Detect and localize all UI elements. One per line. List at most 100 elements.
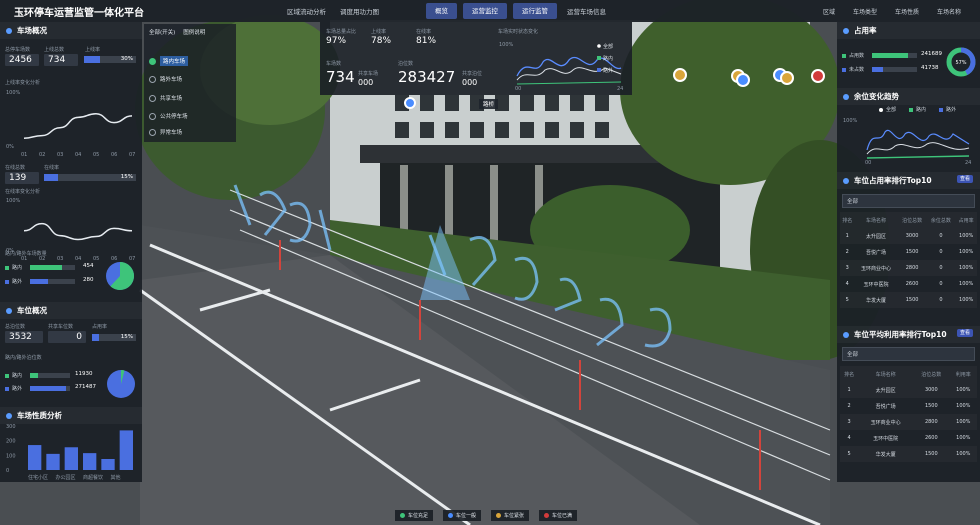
x-tick-label: 05 bbox=[93, 256, 99, 262]
layer-item-abnormal[interactable]: 异常车场 bbox=[149, 128, 239, 136]
table-cell: 吾悦广场 bbox=[875, 403, 896, 410]
status-dot-icon bbox=[496, 513, 501, 518]
legend-tight[interactable]: 车位紧张 bbox=[491, 510, 530, 521]
value-lot-ratio: 97% bbox=[326, 36, 347, 46]
nav-item-0[interactable]: 区域流动分析 bbox=[280, 6, 333, 16]
table-row[interactable]: 5 华发大厦 1500 0 100% bbox=[840, 292, 977, 308]
section-occupancy: 占用率 bbox=[837, 22, 980, 39]
pie1-legend-0: 路内 bbox=[5, 264, 22, 271]
trend1-title: 上线率变化分析 bbox=[5, 80, 41, 86]
occ-value-1: 41738 bbox=[921, 65, 939, 71]
category-label: 办公园区 bbox=[56, 474, 76, 481]
rtrend-line-onstreet bbox=[866, 142, 970, 155]
legend-normal[interactable]: 车位一般 bbox=[443, 510, 482, 521]
table-cell: 2600 bbox=[905, 281, 919, 287]
table-header: 车场名称 bbox=[854, 212, 897, 228]
rtrend-x0: 00 bbox=[865, 160, 871, 166]
stats-legend-dot-offstreet bbox=[597, 68, 601, 72]
bar[interactable] bbox=[46, 453, 60, 470]
nav-item-3[interactable]: 运营监控 bbox=[463, 3, 507, 19]
rank-icon bbox=[843, 177, 849, 184]
table-row[interactable]: 1 太升园区 3000 100% bbox=[840, 382, 977, 398]
table-cell: 玉环中医院 bbox=[863, 281, 889, 288]
toggle-all[interactable]: 全部(开关) bbox=[149, 28, 175, 36]
table-cell: 100% bbox=[955, 260, 977, 276]
rank2-filter-select[interactable]: 全部 bbox=[842, 347, 975, 361]
label-total-spaces: 总泊位数 bbox=[5, 324, 26, 330]
bar[interactable] bbox=[64, 447, 78, 470]
bar[interactable] bbox=[119, 430, 133, 470]
top-bar: 玉环停车运营监管一体化平台 区域流动分析 调度用功力图 概览 运营监控 运行监管… bbox=[0, 0, 980, 22]
y-tick-label: 200 bbox=[6, 439, 16, 445]
table-cell: 0 bbox=[927, 292, 956, 308]
bar[interactable] bbox=[101, 459, 115, 470]
layer-item-onstreet[interactable]: 路内车场 bbox=[149, 56, 239, 66]
nav-item-1[interactable]: 调度用功力图 bbox=[333, 6, 386, 16]
table-cell: 100% bbox=[956, 403, 971, 409]
section-title: 车场概况 bbox=[17, 26, 47, 35]
layer-item-offstreet[interactable]: 路外车场 bbox=[149, 75, 239, 83]
table-header: 排名 bbox=[840, 366, 858, 382]
label-online-rate-top: 上线率 bbox=[371, 29, 387, 35]
view-rank1-button[interactable]: 查看 bbox=[957, 175, 974, 183]
table-row[interactable]: 5 华发大厦 1500 100% bbox=[840, 446, 977, 462]
x-tick-label: 03 bbox=[57, 256, 63, 262]
occ-bar-0 bbox=[872, 53, 917, 58]
label-space-count: 泊位数 bbox=[398, 61, 414, 67]
legend-ample[interactable]: 车位充足 bbox=[395, 510, 434, 521]
table-row[interactable]: 2 吾悦广场 1500 0 100% bbox=[840, 244, 977, 260]
app-title: 玉环停车运营监管一体化平台 bbox=[14, 7, 144, 19]
label-online-rate: 上线率 bbox=[85, 47, 101, 53]
table-cell: 吾悦广场 bbox=[866, 249, 887, 256]
filter-name[interactable]: 车场名称 bbox=[928, 7, 970, 16]
nav-item-5[interactable]: 运营车场信息 bbox=[560, 6, 613, 16]
pie1-title: 路内/路外车场数量 bbox=[5, 251, 47, 257]
table-cell: 100% bbox=[956, 435, 971, 441]
x-tick-label: 03 bbox=[57, 152, 63, 158]
table-header: 泊位总数 bbox=[898, 212, 927, 228]
view-rank2-button[interactable]: 查看 bbox=[957, 329, 974, 337]
radio-icon bbox=[149, 57, 156, 65]
label-shared-spaces: 共享车位数 bbox=[48, 324, 74, 330]
legend-full[interactable]: 车位已满 bbox=[539, 510, 578, 521]
x-tick-label: 07 bbox=[129, 152, 135, 158]
table-cell: 1500 bbox=[913, 446, 950, 462]
table-cell: 100% bbox=[955, 292, 977, 308]
table-row[interactable]: 3 玉环商业中心 2800 100% bbox=[840, 414, 977, 430]
table-row[interactable]: 4 玉环中医院 2600 100% bbox=[840, 430, 977, 446]
nav-item-2[interactable]: 概览 bbox=[426, 3, 457, 19]
stats-legend-all: 全部 bbox=[603, 43, 613, 50]
filter-nav: 区域 车场类型 车场性质 车场名称 bbox=[814, 0, 970, 22]
nav-item-4[interactable]: 运行监管 bbox=[513, 3, 557, 19]
layer-item-shared[interactable]: 共享车场 bbox=[149, 94, 239, 102]
table-row[interactable]: 1 太升园区 3000 0 100% bbox=[840, 228, 977, 244]
rank1-filter-select[interactable]: 全部 bbox=[842, 194, 975, 208]
filter-region[interactable]: 区域 bbox=[814, 7, 844, 16]
filter-type[interactable]: 车场类型 bbox=[844, 7, 886, 16]
legend-explain[interactable]: 图例说明 bbox=[183, 28, 205, 36]
pie2-value-0: 11930 bbox=[75, 371, 93, 377]
table-row[interactable]: 4 玉环中医院 2600 0 100% bbox=[840, 276, 977, 292]
rtrend-legend-2: 路外 bbox=[939, 106, 956, 113]
space-icon bbox=[6, 307, 12, 314]
table-cell: 100% bbox=[955, 228, 977, 244]
table-row[interactable]: 3 玉环商业中心 2800 0 100% bbox=[840, 260, 977, 276]
bar[interactable] bbox=[28, 445, 42, 470]
stats-trend-x1: 24 bbox=[617, 86, 623, 92]
scene-label: 路桥 bbox=[479, 99, 499, 109]
layer-item-public[interactable]: 公共停车场 bbox=[149, 112, 239, 120]
table-header: 排名 bbox=[840, 212, 854, 228]
x-tick-label: 01 bbox=[21, 152, 27, 158]
x-tick-label: 05 bbox=[93, 152, 99, 158]
layer-header: 全部(开关) 图例说明 bbox=[149, 28, 239, 36]
table-cell: 0 bbox=[927, 260, 956, 276]
occ-legend-1: 未占数 bbox=[842, 66, 864, 73]
filter-nature[interactable]: 车场性质 bbox=[886, 7, 928, 16]
stats-legend-onstreet: 路内 bbox=[603, 55, 613, 62]
table-header: 余位总数 bbox=[927, 212, 956, 228]
table-cell: 1500 bbox=[905, 249, 919, 255]
bar[interactable] bbox=[83, 453, 97, 470]
table-cell: 1 bbox=[840, 228, 854, 244]
radio-icon bbox=[149, 75, 156, 83]
table-row[interactable]: 2 吾悦广场 1500 100% bbox=[840, 398, 977, 414]
